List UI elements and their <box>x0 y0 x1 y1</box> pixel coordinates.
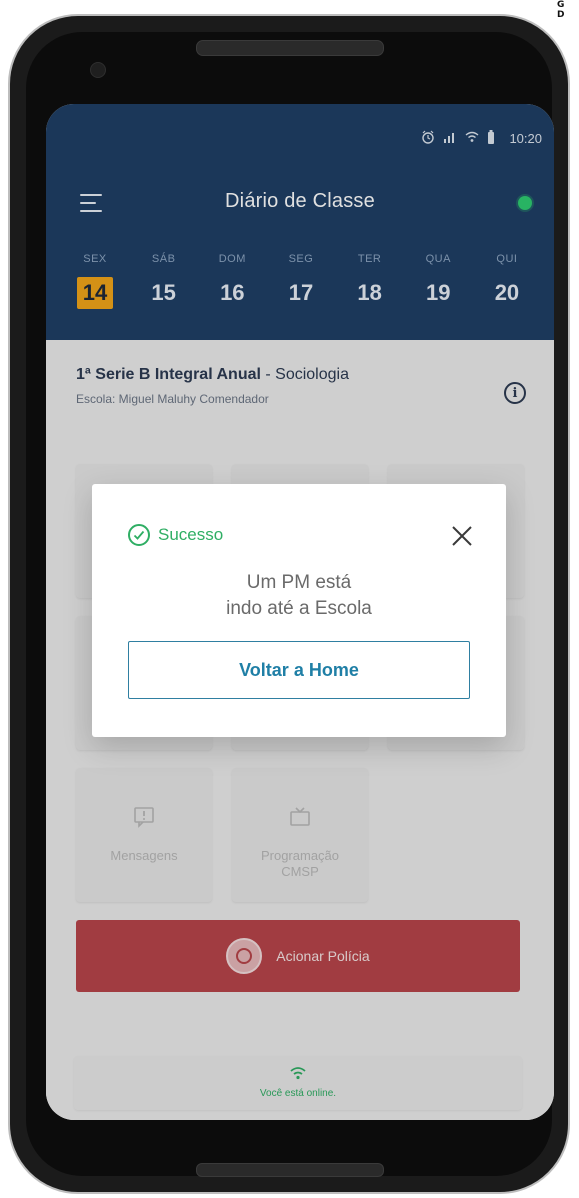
success-dialog: Sucesso Um PM está indo até a Escola Vol… <box>92 484 506 737</box>
phone-camera <box>90 62 106 78</box>
close-icon[interactable] <box>450 524 474 548</box>
app-screen: 10:20 Diário de Classe SEX 14 SÁB 15 DOM… <box>46 104 554 1120</box>
dialog-message: Um PM está indo até a Escola <box>92 570 506 622</box>
dialog-message-line: Um PM está <box>246 572 352 593</box>
dialog-status-label: Sucesso <box>158 525 224 544</box>
dialog-message-line: indo até a Escola <box>226 598 372 619</box>
dialog-header: Sucesso <box>128 524 223 546</box>
corner-logo-text: G D <box>557 0 565 20</box>
check-circle-icon <box>128 524 150 546</box>
phone-speaker <box>196 40 384 56</box>
back-home-button[interactable]: Voltar a Home <box>128 641 470 699</box>
phone-home-bar <box>196 1163 384 1177</box>
